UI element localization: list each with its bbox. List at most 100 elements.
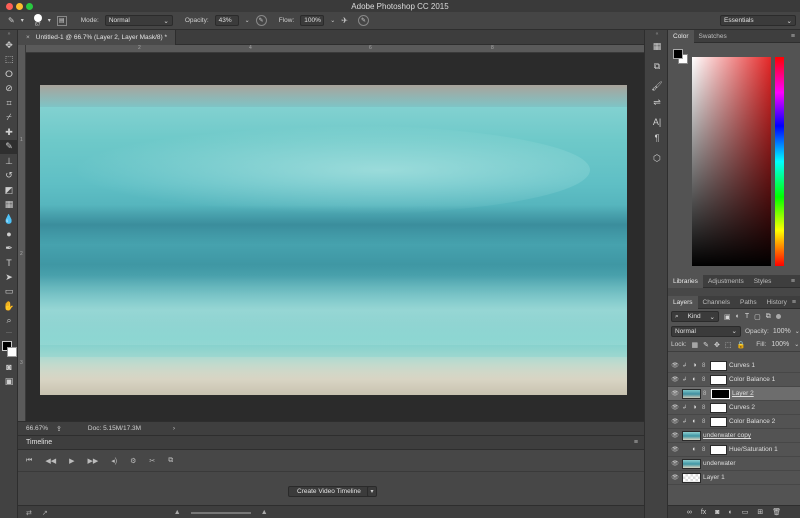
layer-name[interactable]: Layer 1 xyxy=(703,474,725,481)
layer-opacity-chevron-icon[interactable]: ⌄ xyxy=(795,328,800,335)
zoom-window-button[interactable] xyxy=(26,3,33,10)
new-layer-icon[interactable]: ⊞ xyxy=(757,508,763,516)
link-chain-icon[interactable]: 8 xyxy=(702,405,708,411)
filter-toggle-icon[interactable] xyxy=(775,314,781,319)
filter-adjustment-icon[interactable]: ◐ xyxy=(736,313,740,320)
lasso-tool-icon[interactable]: ⵔ xyxy=(0,67,18,82)
gradient-tool-icon[interactable]: ▦ xyxy=(0,198,18,213)
canvas-image[interactable] xyxy=(40,85,627,395)
tab-color[interactable]: Color xyxy=(668,29,694,43)
brush-panel-icon[interactable]: 🖌 xyxy=(645,78,669,94)
flow-chevron-down-icon[interactable]: ⌄ xyxy=(330,17,335,25)
delete-layer-icon[interactable]: 🗑 xyxy=(772,508,781,516)
brush-picker-chevron-down-icon[interactable]: ▾ xyxy=(48,17,51,25)
visibility-eye-icon[interactable]: 👁 xyxy=(668,474,682,481)
lock-artboard-icon[interactable]: ⬚ xyxy=(725,341,732,349)
pressure-opacity-icon[interactable]: ✎ xyxy=(255,15,267,26)
layers-panel-menu-icon[interactable]: ≡ xyxy=(792,299,796,306)
visibility-eye-icon[interactable]: 👁 xyxy=(668,460,682,467)
previous-frame-icon[interactable]: ◀◀ xyxy=(45,457,56,465)
visibility-eye-icon[interactable]: 👁 xyxy=(668,390,682,397)
layer-thumbnail[interactable] xyxy=(682,458,701,469)
layer-thumbnail[interactable] xyxy=(682,388,701,399)
tab-history[interactable]: History xyxy=(762,296,792,309)
link-chain-icon[interactable]: 8 xyxy=(702,419,708,425)
color-panel-menu-icon[interactable]: ≡ xyxy=(791,33,795,40)
layer-name[interactable]: Hue/Saturation 1 xyxy=(729,446,778,453)
visibility-eye-icon[interactable]: 👁 xyxy=(668,362,682,369)
more-tools-icon[interactable]: ··· xyxy=(0,328,18,338)
history-brush-tool-icon[interactable]: ↺ xyxy=(0,169,18,184)
layer-row[interactable]: 👁 ↲ ◐ 8 Color Balance 1 xyxy=(668,373,800,387)
tab-styles[interactable]: Styles xyxy=(749,275,777,288)
link-chain-icon[interactable]: 8 xyxy=(702,377,708,383)
marquee-tool-icon[interactable]: ⬚ xyxy=(0,53,18,68)
create-video-timeline-button[interactable]: Create Video Timeline xyxy=(288,486,370,497)
timeline-options-chevron-down-icon[interactable]: ▾ xyxy=(367,486,377,497)
visibility-eye-icon[interactable]: 👁 xyxy=(668,432,682,439)
timeline-menu-icon[interactable]: ≡ xyxy=(634,439,638,446)
new-group-icon[interactable]: ▭ xyxy=(742,508,749,516)
screen-mode-icon[interactable]: ▣ xyxy=(0,375,18,390)
history-panel-icon[interactable]: ▦ xyxy=(645,38,669,54)
quick-mask-icon[interactable]: ◙ xyxy=(0,360,18,375)
hue-slider[interactable] xyxy=(775,57,784,266)
dodge-tool-icon[interactable]: ● xyxy=(0,227,18,242)
layer-thumbnail[interactable] xyxy=(682,430,701,441)
filter-type-icon[interactable]: T xyxy=(745,313,749,320)
color-swatches[interactable] xyxy=(0,338,18,360)
layer-row[interactable]: 👁 ◐ 8 Hue/Saturation 1 xyxy=(668,443,800,457)
tab-paths[interactable]: Paths xyxy=(735,296,762,309)
rectangle-tool-icon[interactable]: ▭ xyxy=(0,285,18,300)
layer-name[interactable]: Color Balance 1 xyxy=(729,376,775,383)
layer-row[interactable]: 👁 Layer 1 xyxy=(668,471,800,485)
3d-panel-icon[interactable]: ⬡ xyxy=(645,150,669,166)
visibility-eye-icon[interactable]: 👁 xyxy=(668,404,682,411)
type-tool-icon[interactable]: T xyxy=(0,256,18,271)
quick-selection-tool-icon[interactable]: ⊘ xyxy=(0,82,18,97)
background-color-swatch[interactable] xyxy=(7,347,17,357)
ruler-left[interactable]: 1 2 3 xyxy=(18,45,26,421)
tool-preset-chevron-down-icon[interactable]: ▾ xyxy=(21,17,24,25)
paragraph-panel-icon[interactable]: ¶ xyxy=(645,130,669,146)
opacity-field[interactable]: 43% xyxy=(214,15,239,26)
libraries-panel-menu-icon[interactable]: ≡ xyxy=(791,278,795,285)
airbrush-icon[interactable]: ✈ xyxy=(341,16,348,25)
zoom-level[interactable]: 66.67% xyxy=(26,425,48,432)
layer-name[interactable]: underwater copy xyxy=(703,432,751,439)
layer-style-fx-icon[interactable]: fx xyxy=(701,509,706,516)
layer-name[interactable]: Layer 2 xyxy=(732,390,754,397)
filter-kind-select[interactable]: ⌕ Kind ⌄ xyxy=(671,311,719,322)
lock-image-icon[interactable]: ✎ xyxy=(703,341,709,349)
close-window-button[interactable] xyxy=(6,3,13,10)
layer-name[interactable]: Curves 1 xyxy=(729,362,755,369)
path-selection-tool-icon[interactable]: ➤ xyxy=(0,270,18,285)
brush-tool-icon[interactable]: ✎ xyxy=(0,139,18,154)
timeline-title[interactable]: Timeline xyxy=(26,439,52,446)
eraser-tool-icon[interactable]: ◩ xyxy=(0,183,18,198)
transition-icon[interactable]: ⧉ xyxy=(168,457,173,465)
eyedropper-tool-icon[interactable]: ⌿ xyxy=(0,111,18,126)
opacity-chevron-down-icon[interactable]: ⌄ xyxy=(245,17,250,25)
color-field[interactable] xyxy=(692,57,771,266)
status-menu-chevron-icon[interactable]: › xyxy=(173,426,175,432)
filter-smart-object-icon[interactable]: ⧉ xyxy=(766,313,771,321)
properties-panel-icon[interactable]: ⧉ xyxy=(645,58,669,74)
link-chain-icon[interactable]: 8 xyxy=(702,363,708,369)
mode-select[interactable]: Normal ⌄ xyxy=(104,15,173,26)
foreground-color-swatch[interactable] xyxy=(673,49,683,59)
tab-swatches[interactable]: Swatches xyxy=(694,30,732,43)
settings-gear-icon[interactable]: ⚙ xyxy=(130,457,136,465)
lock-all-icon[interactable]: 🔒 xyxy=(737,341,746,349)
convert-frames-icon[interactable]: ⇄ xyxy=(26,509,32,517)
layer-mask-thumbnail[interactable] xyxy=(711,388,730,399)
document-tab[interactable]: × Untitled-1 @ 66.7% (Layer 2, Layer Mas… xyxy=(18,29,177,45)
tab-libraries[interactable]: Libraries xyxy=(668,274,703,288)
layer-row[interactable]: 👁 underwater copy xyxy=(668,429,800,443)
render-video-icon[interactable]: ↗ xyxy=(42,509,48,517)
zoom-out-mountain-icon[interactable]: ▲ xyxy=(174,509,181,516)
adjustments-panel-icon[interactable]: ⇌ xyxy=(645,94,669,110)
healing-brush-tool-icon[interactable]: ✚ xyxy=(0,125,18,140)
pressure-size-icon[interactable]: ✎ xyxy=(357,15,369,26)
filter-shape-icon[interactable]: ▢ xyxy=(754,313,761,321)
